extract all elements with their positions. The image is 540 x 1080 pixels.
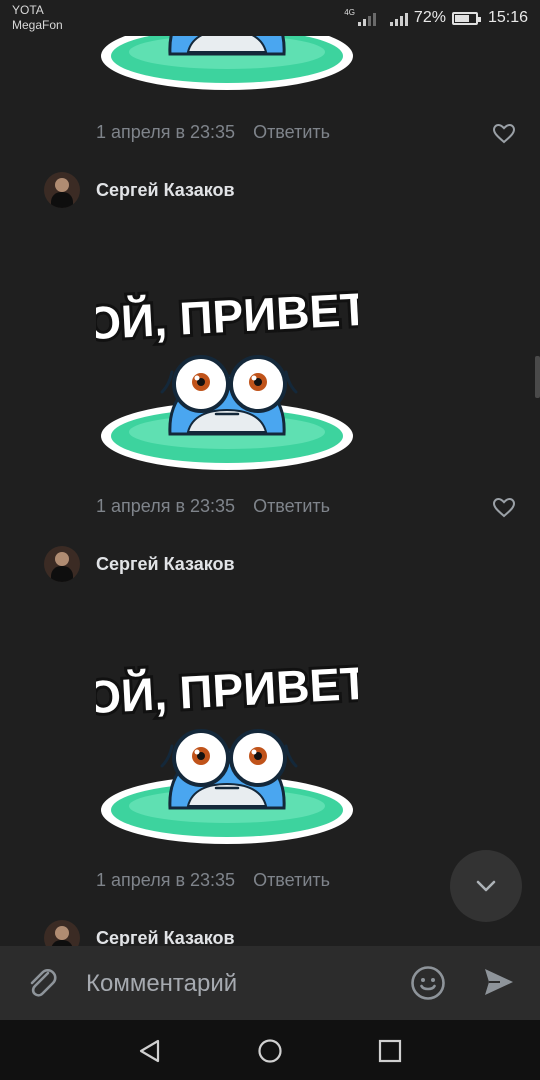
avatar[interactable]: [44, 172, 80, 208]
emoji-icon[interactable]: [410, 965, 446, 1001]
signal-icon: [357, 10, 376, 26]
system-navigation-bar: [0, 1020, 540, 1080]
send-icon[interactable]: [482, 965, 516, 999]
recents-square-icon[interactable]: [377, 1038, 403, 1064]
avatar[interactable]: [44, 546, 80, 582]
comment-author[interactable]: Сергей Казаков: [44, 920, 235, 946]
home-circle-icon[interactable]: [257, 1038, 283, 1064]
sticker-image: ОЙ, ПРИВЕТ: [96, 280, 358, 472]
comment-input[interactable]: Комментарий: [86, 970, 237, 998]
paperclip-icon[interactable]: [24, 964, 60, 1000]
carrier-2: MegaFon: [12, 18, 63, 32]
author-name[interactable]: Сергей Казаков: [96, 554, 235, 575]
signal-icon: [389, 10, 408, 26]
heart-icon[interactable]: [492, 496, 516, 520]
sticker-image: ОЙ, ПРИВЕТ: [96, 654, 358, 846]
scrollbar[interactable]: [535, 356, 540, 398]
network-type: 4G: [344, 8, 355, 17]
reply-button[interactable]: Ответить: [253, 122, 330, 143]
battery-percent: 72%: [413, 9, 446, 26]
sticker-text: ОЙ, ПРИВЕТ: [96, 283, 358, 350]
comment-author[interactable]: Сергей Казаков: [44, 172, 235, 208]
avatar[interactable]: [44, 920, 80, 946]
heart-icon[interactable]: [492, 122, 516, 146]
carrier-1: YOTA: [12, 3, 44, 17]
comment-author[interactable]: Сергей Казаков: [44, 546, 235, 582]
comment-date: 1 апреля в 23:35: [96, 870, 236, 890]
chevron-down-icon: [476, 880, 496, 892]
reply-button[interactable]: Ответить: [253, 496, 330, 517]
sticker-image: [99, 36, 355, 92]
status-bar: YOTA MegaFon 4G 72% 15:16: [0, 0, 540, 36]
sticker-text: ОЙ, ПРИВЕТ: [96, 657, 358, 724]
author-name[interactable]: Сергей Казаков: [96, 928, 235, 947]
comment-date: 1 апреля в 23:35: [96, 496, 236, 516]
clock: 15:16: [487, 9, 528, 26]
comments-feed[interactable]: 1 апреля в 23:35 Ответить Сергей Казаков…: [0, 36, 540, 946]
comment-composer: Комментарий: [0, 946, 540, 1020]
battery-icon: [451, 11, 481, 25]
author-name[interactable]: Сергей Казаков: [96, 180, 235, 201]
reply-button[interactable]: Ответить: [253, 870, 330, 891]
back-triangle-icon[interactable]: [137, 1038, 163, 1064]
scroll-down-button[interactable]: [450, 850, 522, 922]
comment-date: 1 апреля в 23:35: [96, 122, 236, 142]
